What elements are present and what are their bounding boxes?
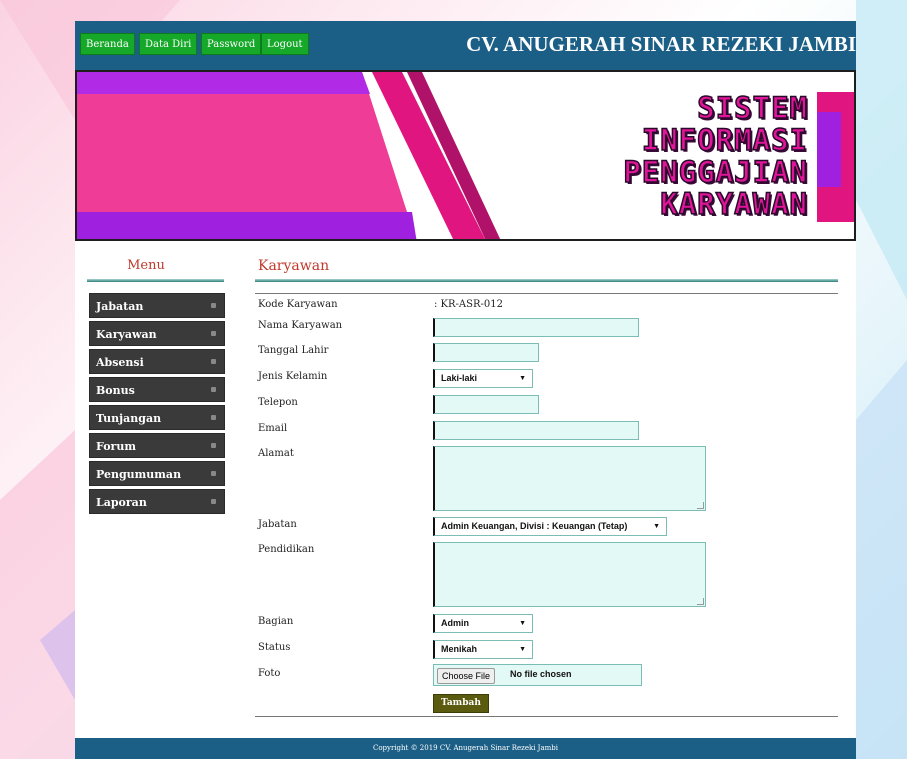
- tanggal-input[interactable]: [433, 343, 539, 362]
- file-status-text: No file chosen: [510, 669, 572, 679]
- bagian-value: Admin: [441, 618, 469, 628]
- sidebar-item-tunjangan[interactable]: Tunjangan: [89, 405, 225, 430]
- kode-value: : KR-ASR-012: [434, 299, 503, 310]
- form-top-divider: [255, 293, 838, 294]
- sidebar-item-label: Bonus: [96, 384, 135, 397]
- copyright-text: Copyright © 2019 CV. Anugerah Sinar Reze…: [372, 744, 559, 752]
- jabatan-label: Jabatan: [258, 519, 297, 530]
- pendidikan-label: Pendidikan: [258, 544, 315, 555]
- bullet-icon: [211, 415, 216, 420]
- sidebar-item-laporan[interactable]: Laporan: [89, 489, 225, 514]
- top-navigation-bar: Beranda Data Diri Password Logout CV. AN…: [75, 21, 856, 70]
- pendidikan-textarea[interactable]: [433, 542, 706, 607]
- sidebar-item-label: Karyawan: [96, 328, 157, 341]
- bagian-label: Bagian: [258, 616, 294, 627]
- sidebar-item-pengumuman[interactable]: Pengumuman: [89, 461, 225, 486]
- sidebar-item-forum[interactable]: Forum: [89, 433, 225, 458]
- tanggal-label: Tanggal Lahir: [258, 345, 329, 356]
- resize-handle-icon[interactable]: [697, 598, 704, 605]
- menu-divider: [87, 279, 224, 282]
- foto-label: Foto: [258, 668, 281, 679]
- form-bottom-divider: [255, 716, 838, 717]
- dropdown-arrow-icon: ▼: [519, 620, 526, 627]
- bullet-icon: [211, 443, 216, 448]
- nav-password-button[interactable]: Password: [201, 33, 262, 55]
- choose-file-button[interactable]: Choose File: [437, 668, 496, 684]
- sidebar-item-label: Absensi: [96, 356, 144, 369]
- sidebar-item-karyawan[interactable]: Karyawan: [89, 321, 225, 346]
- telepon-input[interactable]: [433, 395, 539, 414]
- company-name: CV. ANUGERAH SINAR REZEKI JAMBI: [466, 32, 856, 56]
- nama-label: Nama Karyawan: [258, 320, 343, 331]
- jabatan-value: Admin Keuangan, Divisi : Keuangan (Tetap…: [441, 521, 628, 531]
- dropdown-arrow-icon: ▼: [519, 646, 526, 653]
- banner-line: PENGGAJIAN: [623, 155, 808, 189]
- nav-logout-button[interactable]: Logout: [261, 33, 309, 55]
- bullet-icon: [211, 499, 216, 504]
- sidebar-item-label: Tunjangan: [96, 412, 162, 425]
- email-input[interactable]: [433, 421, 639, 440]
- header-banner: SISTEM INFORMASI PENGGAJIAN KARYAWAN: [75, 70, 856, 241]
- foto-file-input[interactable]: Choose File No file chosen: [433, 664, 642, 686]
- menu-title: Menu: [127, 258, 165, 273]
- telepon-label: Telepon: [258, 397, 298, 408]
- status-select[interactable]: Menikah ▼: [433, 640, 533, 659]
- bagian-select[interactable]: Admin ▼: [433, 614, 533, 633]
- kode-label: Kode Karyawan: [258, 299, 338, 310]
- banner-title: SISTEM INFORMASI PENGGAJIAN KARYAWAN: [623, 91, 808, 221]
- resize-handle-icon[interactable]: [697, 502, 704, 509]
- sidebar-item-bonus[interactable]: Bonus: [89, 377, 225, 402]
- sidebar-item-absensi[interactable]: Absensi: [89, 349, 225, 374]
- sidebar-menu: Jabatan Karyawan Absensi Bonus Tunjangan…: [89, 293, 225, 517]
- banner-line: SISTEM: [696, 91, 808, 125]
- title-divider: [255, 279, 838, 282]
- sidebar-item-label: Forum: [96, 440, 136, 453]
- footer: Copyright © 2019 CV. Anugerah Sinar Reze…: [75, 738, 856, 759]
- jabatan-select[interactable]: Admin Keuangan, Divisi : Keuangan (Tetap…: [433, 517, 667, 536]
- banner-line: KARYAWAN: [660, 187, 808, 221]
- page-container: Beranda Data Diri Password Logout CV. AN…: [75, 21, 856, 759]
- bullet-icon: [211, 359, 216, 364]
- sidebar-item-jabatan[interactable]: Jabatan: [89, 293, 225, 318]
- bullet-icon: [211, 303, 216, 308]
- dropdown-arrow-icon: ▼: [519, 375, 526, 382]
- jenis-label: Jenis Kelamin: [258, 371, 328, 382]
- jenis-kelamin-value: Laki-laki: [441, 373, 478, 383]
- nav-beranda-button[interactable]: Beranda: [80, 33, 135, 55]
- page-title: Karyawan: [258, 258, 330, 274]
- alamat-label: Alamat: [258, 448, 294, 459]
- tambah-button[interactable]: Tambah: [433, 694, 489, 713]
- nav-data-diri-button[interactable]: Data Diri: [139, 33, 198, 55]
- email-label: Email: [258, 423, 288, 434]
- bullet-icon: [211, 331, 216, 336]
- sidebar-item-label: Pengumuman: [96, 468, 182, 481]
- alamat-textarea[interactable]: [433, 446, 706, 511]
- sidebar-item-label: Laporan: [96, 496, 147, 509]
- bullet-icon: [211, 387, 216, 392]
- dropdown-arrow-icon: ▼: [653, 523, 660, 530]
- banner-line: INFORMASI: [641, 123, 808, 157]
- bullet-icon: [211, 471, 216, 476]
- nama-input[interactable]: [433, 318, 639, 337]
- status-value: Menikah: [441, 644, 478, 654]
- status-label: Status: [258, 642, 291, 653]
- jenis-kelamin-select[interactable]: Laki-laki ▼: [433, 369, 533, 388]
- sidebar-item-label: Jabatan: [96, 300, 144, 313]
